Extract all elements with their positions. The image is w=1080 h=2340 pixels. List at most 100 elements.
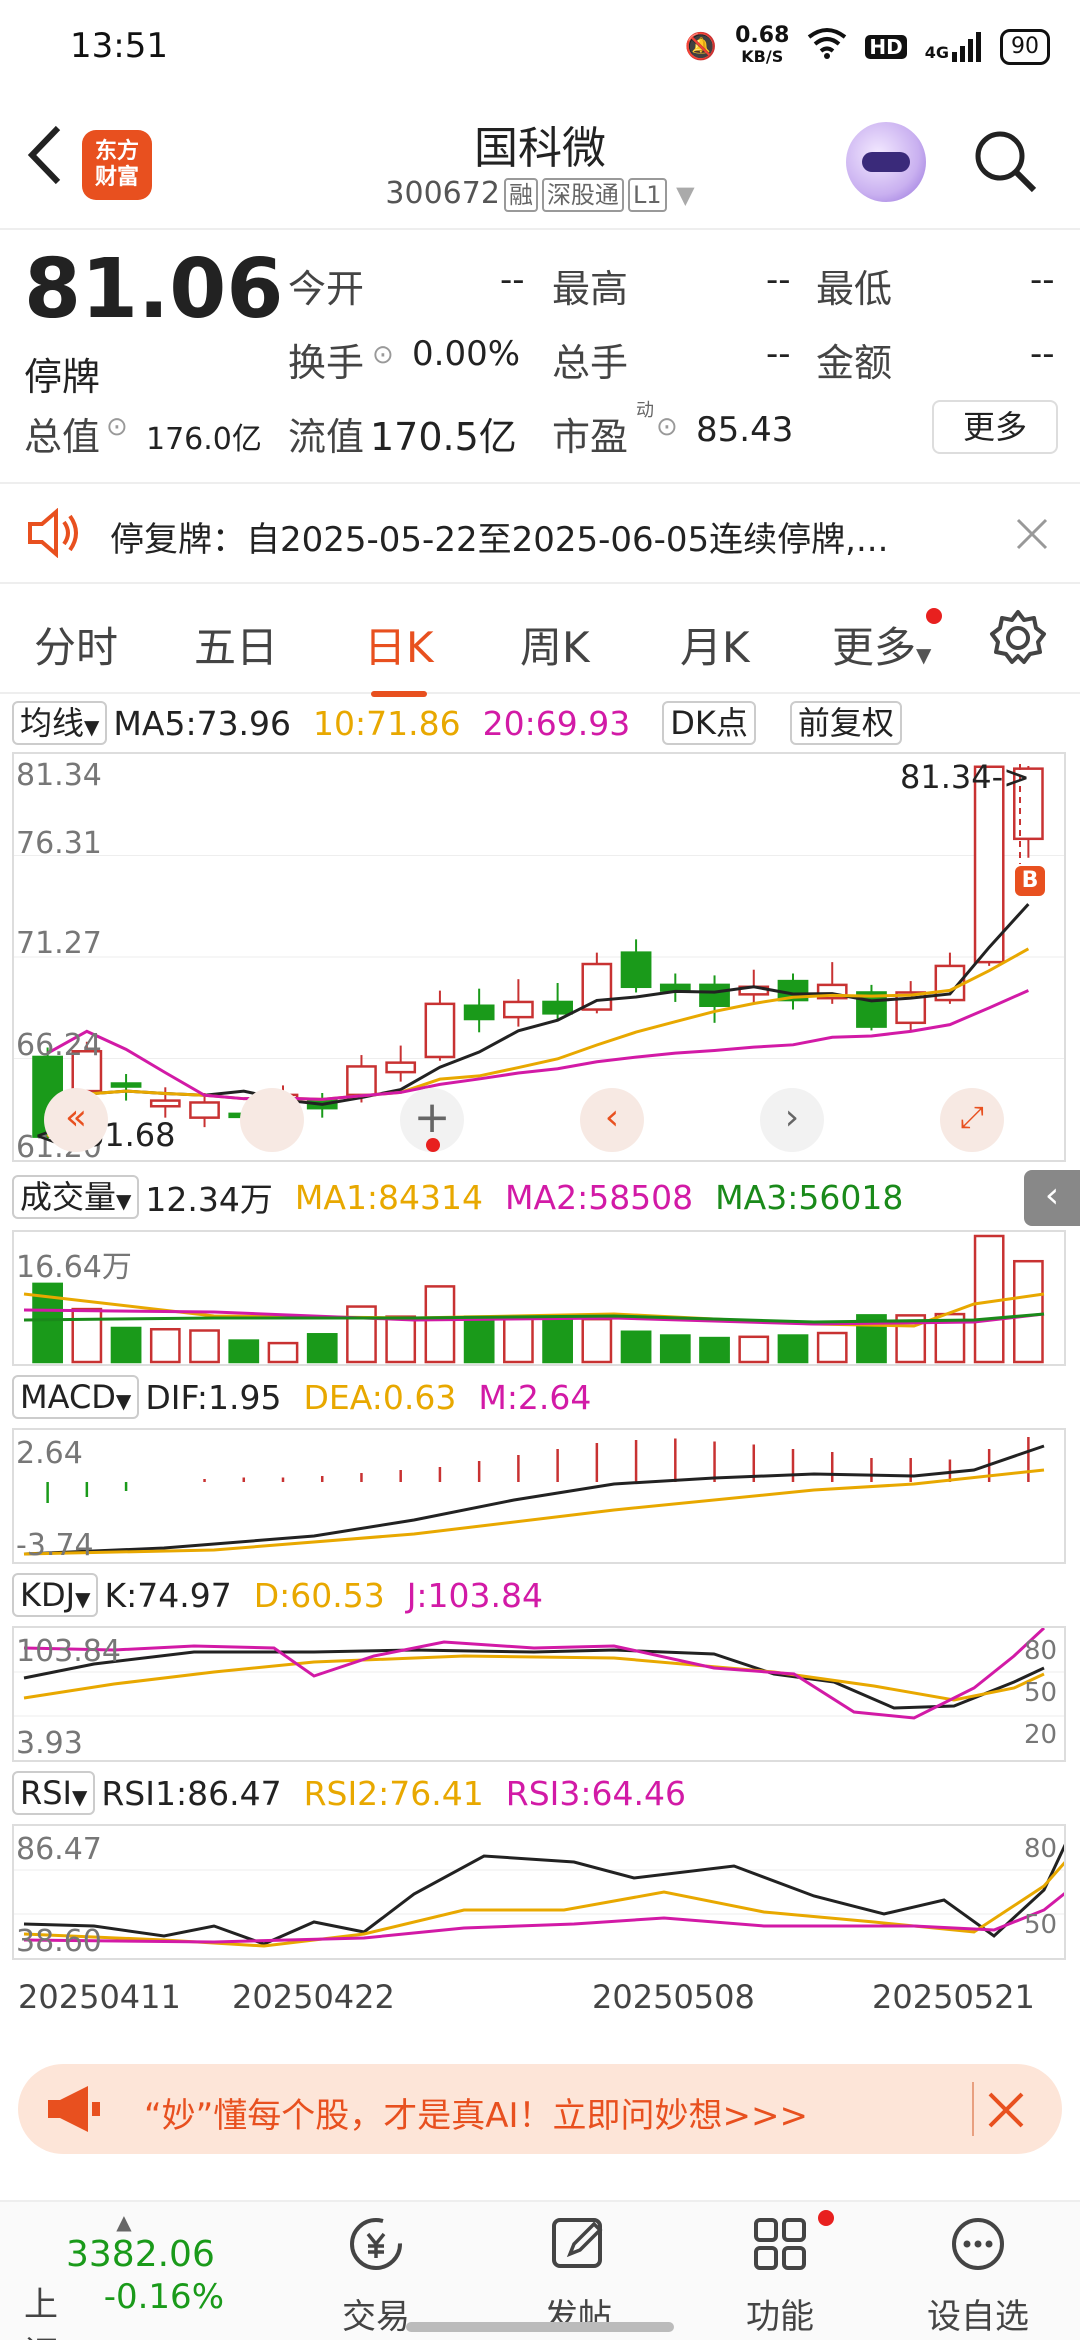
kdj-right-tick: 80 (1024, 1636, 1058, 1666)
volume-bar (424, 1285, 456, 1364)
ai-assistant-avatar[interactable] (846, 122, 926, 202)
kline-candle (346, 1065, 377, 1097)
tab-more[interactable]: 更多▼ (832, 614, 931, 675)
rsi-selector[interactable]: RSI▼ (12, 1771, 96, 1815)
tab-weekly-k[interactable]: 周K (520, 614, 590, 675)
close-promo-button[interactable] (986, 2076, 1026, 2142)
tab-daily-k[interactable]: 日K (364, 614, 434, 697)
nav-add-watchlist[interactable]: 设自选 (918, 2214, 1038, 2338)
collapse-side-button[interactable]: ‹ (1024, 1170, 1080, 1226)
volume-chart[interactable]: 16.64万 (12, 1230, 1066, 1366)
kdj-svg (14, 1628, 1064, 1720)
tag-connect: 深股通 (541, 178, 624, 212)
tab-monthly-k[interactable]: 月K (680, 614, 750, 675)
settings-button[interactable] (988, 608, 1048, 672)
adjust-button[interactable]: 前复权 (789, 701, 902, 745)
overlay-control[interactable] (240, 1088, 304, 1152)
network-speed: 0.68 KB/S (735, 23, 790, 67)
period-tabs: 分时 五日 日K 周K 月K 更多▼ (0, 586, 1080, 697)
ai-promo-banner[interactable]: “妙”懂每个股，才是真AI！立即问妙想>>> (18, 2064, 1062, 2154)
kdj-y-label: 3.93 (16, 1726, 83, 1761)
high-value: -- (766, 260, 791, 300)
megaphone-icon (44, 2082, 104, 2140)
macd-svg (23, 1437, 1045, 1556)
kline-y-label: 81.34 (16, 758, 102, 793)
volume-selector[interactable]: 成交量▼ (12, 1175, 140, 1219)
chevron-right-icon: › (784, 1097, 800, 1138)
kline-candle (699, 983, 730, 1007)
turnover-value: 0.00% (412, 334, 521, 374)
suspension-notice[interactable]: 停复牌：自2025-05-22至2025-06-05连续停牌,... (0, 482, 1080, 584)
back-button[interactable] (24, 120, 64, 201)
macd-chart[interactable]: 2.64 -3.74 (12, 1428, 1066, 1564)
close-icon (1016, 518, 1048, 550)
brand-logo[interactable]: 东方 财富 (82, 130, 152, 200)
macd-dif: DIF:1.95 (145, 1377, 282, 1417)
date-tick: 20250521 (872, 1978, 1035, 2016)
vol-ma2: MA2:58508 (505, 1177, 694, 1217)
zoom-in-button[interactable]: › (760, 1088, 824, 1152)
volume-bar (228, 1339, 260, 1364)
trade-status: 停牌 (24, 355, 101, 399)
scroll-left-button[interactable]: « (44, 1088, 108, 1152)
caret-up-icon: ▲ (116, 2210, 132, 2234)
kdj-d-line (23, 1654, 1045, 1702)
info-icon[interactable]: ⊙ (372, 340, 394, 370)
close-icon (988, 2092, 1024, 2128)
grid-icon (754, 2218, 806, 2270)
volume-bar (777, 1334, 809, 1364)
kline-chart[interactable]: 81.34 76.31 71.27 66.24 61.20 81.34-> <-… (12, 752, 1066, 1165)
kline-candle (542, 1000, 573, 1015)
kline-candle (620, 951, 652, 989)
search-button[interactable] (972, 128, 1038, 194)
kdj-y-label: 103.84 (16, 1634, 121, 1669)
macd-selector[interactable]: MACD▼ (12, 1375, 140, 1419)
info-icon[interactable]: ⊙ (106, 412, 128, 442)
edit-icon (552, 2218, 603, 2268)
plus-icon: + (413, 1092, 451, 1143)
caret-down-icon: ▼ (676, 181, 695, 209)
close-notice-button[interactable] (1014, 504, 1050, 563)
volume-bar (699, 1336, 730, 1364)
ma-selector[interactable]: 均线▼ (12, 701, 108, 745)
kline-candle (149, 1099, 181, 1108)
dk-point-button[interactable]: DK点 (662, 701, 756, 745)
index-value: 3382.06 (66, 2234, 215, 2275)
index-quote[interactable]: ▲ 3382.06 上证 -0.16% (24, 2210, 224, 2340)
float-value-label: 流值 (288, 415, 365, 459)
float-value: 170.5亿 (370, 415, 517, 459)
kline-candle (503, 1000, 534, 1019)
bottom-navigation: ▲ 3382.06 上证 -0.16% 交易 发帖 功能 设自选 (0, 2200, 1080, 2340)
info-icon[interactable]: ⊙ (656, 412, 678, 442)
rsi-chart[interactable]: 86.47 38.60 80 50 (12, 1824, 1066, 1960)
zoom-out-button[interactable]: ‹ (580, 1088, 644, 1152)
kdj-d: D:60.53 (253, 1575, 385, 1615)
nav-functions[interactable]: 功能 (720, 2214, 840, 2338)
kdj-chart[interactable]: 103.84 3.93 80 50 20 (12, 1626, 1066, 1762)
chevron-left-icon: ‹ (1044, 1175, 1060, 1216)
turnover-label: 换手 (288, 341, 365, 385)
rsi-y-label: 86.47 (16, 1832, 102, 1867)
tag-level: L1 (627, 178, 667, 212)
signal-icon: 4G (925, 31, 982, 62)
search-icon (975, 131, 1037, 193)
date-tick: 20250422 (232, 1978, 395, 2016)
open-label: 今开 (288, 267, 365, 311)
low-label: 最低 (816, 267, 893, 311)
pe-value: 85.43 (696, 410, 794, 450)
more-quote-button[interactable]: 更多 (932, 400, 1058, 454)
nav-post[interactable]: 发帖 (518, 2214, 638, 2338)
tab-five-day[interactable]: 五日 (194, 614, 278, 675)
fullscreen-button[interactable]: ⤢ (940, 1088, 1004, 1152)
tab-intraday[interactable]: 分时 (34, 614, 118, 675)
caret-down-icon: ▼ (916, 643, 932, 667)
kdj-selector[interactable]: KDJ▼ (12, 1573, 99, 1617)
vol-ma1: MA1:84314 (294, 1177, 484, 1217)
date-tick: 20250508 (592, 1978, 755, 2016)
macd-dea: DEA:0.63 (303, 1377, 457, 1417)
nav-trade[interactable]: 交易 (316, 2214, 436, 2338)
trade-yuan-icon (350, 2218, 402, 2270)
buy-signal-badge[interactable]: B (1015, 866, 1045, 896)
more-circle-icon (952, 2218, 1004, 2270)
divider (972, 2082, 974, 2136)
